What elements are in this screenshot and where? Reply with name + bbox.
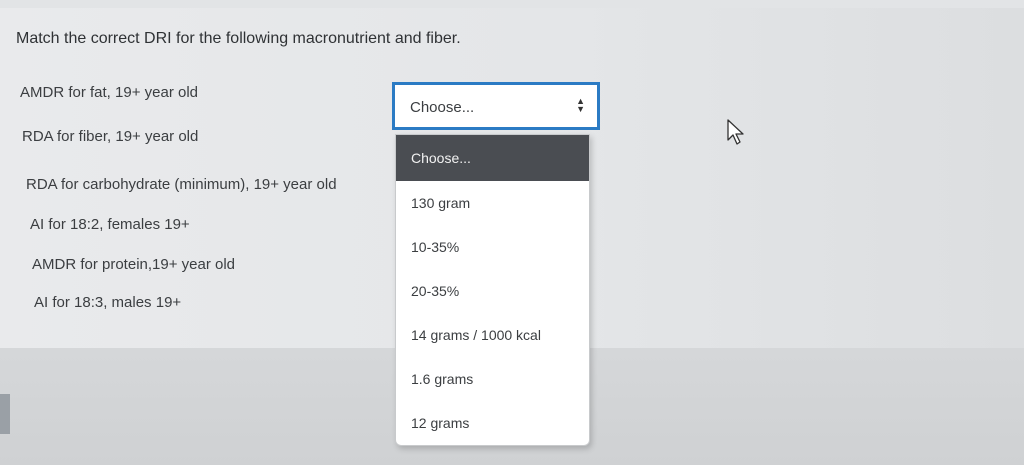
dropdown-option-12-grams[interactable]: 12 grams xyxy=(396,401,589,445)
prompt-amdr-fat: AMDR for fat, 19+ year old xyxy=(20,84,198,101)
dropdown-option-130-gram[interactable]: 130 gram xyxy=(396,181,589,225)
dropdown-option-1-6-grams[interactable]: 1.6 grams xyxy=(396,357,589,401)
question-text: Match the correct DRI for the following … xyxy=(16,30,461,47)
dropdown-option-14-grams-1000-kcal[interactable]: 14 grams / 1000 kcal xyxy=(396,313,589,357)
select-value: Choose... xyxy=(410,99,475,116)
up-down-arrows-icon: ▲ ▼ xyxy=(576,96,585,114)
prompt-amdr-protein: AMDR for protein,19+ year old xyxy=(32,256,236,273)
dropdown-list: Choose... 130 gram 10-35% 20-35% 14 gram… xyxy=(395,134,590,446)
answer-select-amdr-fat[interactable]: Choose... ▲ ▼ xyxy=(392,82,600,130)
mouse-pointer-icon xyxy=(727,119,744,145)
dropdown-option-10-35[interactable]: 10-35% xyxy=(396,225,589,269)
prompt-ai-18-3: AI for 18:3, males 19+ xyxy=(34,294,182,311)
dropdown-option-20-35[interactable]: 20-35% xyxy=(396,269,589,313)
prompt-rda-carbohydrate: RDA for carbohydrate (minimum), 19+ year… xyxy=(26,176,337,193)
left-edge-tab xyxy=(0,394,10,434)
prompt-rda-fiber: RDA for fiber, 19+ year old xyxy=(22,128,199,145)
dropdown-option-choose[interactable]: Choose... xyxy=(396,135,589,181)
prompt-ai-18-2: AI for 18:2, females 19+ xyxy=(30,216,190,233)
screen: Match the correct DRI for the following … xyxy=(0,0,1024,465)
